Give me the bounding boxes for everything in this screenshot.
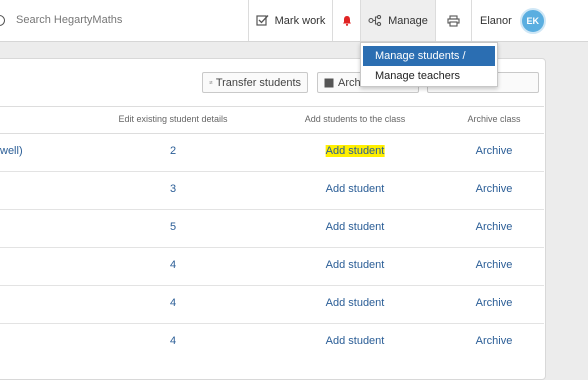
edit-students-link[interactable]: 4: [170, 297, 176, 309]
table-row: 4 Add student Archive: [0, 285, 544, 324]
mark-work-button[interactable]: Mark work: [248, 0, 332, 41]
network-icon: [368, 15, 382, 26]
archive-class-link[interactable]: Archive: [476, 145, 513, 157]
table-row: 5 Add student Archive: [0, 209, 544, 248]
user-name: Elanor: [480, 14, 512, 27]
edit-students-link[interactable]: 4: [170, 259, 176, 271]
avatar: EK: [519, 7, 546, 34]
column-header-edit: Edit existing student details: [118, 114, 228, 124]
mark-work-label: Mark work: [274, 14, 326, 27]
search-icon: [0, 15, 5, 26]
add-student-link[interactable]: Add student: [326, 221, 385, 233]
transfer-students-button[interactable]: Transfer students: [202, 72, 308, 93]
printer-icon: [447, 14, 460, 27]
top-navigation-bar: Search HegartyMaths Mark work Manage Ela…: [0, 0, 588, 42]
table-row: 3 Add student Archive: [0, 171, 544, 210]
bell-icon: [342, 16, 351, 26]
manage-dropdown-menu: Manage students / classes Manage teacher…: [360, 42, 498, 87]
add-student-link[interactable]: Add student: [326, 335, 385, 347]
add-student-link[interactable]: Add student: [326, 183, 385, 195]
notifications-button[interactable]: [332, 0, 360, 41]
archive-class-link[interactable]: Archive: [476, 221, 513, 233]
search-input[interactable]: Search HegartyMaths: [16, 14, 122, 26]
user-menu[interactable]: Elanor EK: [471, 0, 588, 41]
column-header-archive: Archive class: [467, 114, 521, 124]
edit-students-link[interactable]: 2: [170, 145, 176, 157]
edit-students-link[interactable]: 5: [170, 221, 176, 233]
archive-box-icon: [324, 78, 334, 87]
menu-item-manage-teachers[interactable]: Manage teachers: [361, 66, 497, 86]
archive-class-link[interactable]: Archive: [476, 259, 513, 271]
table-row: 4 Add student Archive: [0, 247, 544, 286]
archive-class-link[interactable]: Archive: [476, 335, 513, 347]
archive-class-link[interactable]: Archive: [476, 297, 513, 309]
archive-class-link[interactable]: Archive: [476, 183, 513, 195]
manage-menu-button[interactable]: Manage: [360, 0, 435, 41]
edit-students-link[interactable]: 4: [170, 335, 176, 347]
transfer-arrows-icon: [209, 81, 213, 84]
manage-label: Manage: [388, 14, 428, 27]
table-header: Edit existing student details Add studen…: [0, 106, 544, 134]
print-button[interactable]: [435, 0, 471, 41]
add-student-link[interactable]: Add student: [325, 145, 385, 157]
transfer-students-label: Transfer students: [215, 76, 301, 89]
table-row: 4 Add student Archive: [0, 323, 544, 361]
menu-item-manage-students-classes[interactable]: Manage students / classes: [363, 46, 495, 82]
checkbox-edit-icon: [256, 15, 269, 26]
add-student-link[interactable]: Add student: [326, 297, 385, 309]
class-name-link[interactable]: well): [0, 145, 23, 157]
add-student-link[interactable]: Add student: [326, 259, 385, 271]
table-row: well) 2 Add student Archive: [0, 133, 544, 172]
column-header-add: Add students to the class: [304, 114, 406, 124]
edit-students-link[interactable]: 3: [170, 183, 176, 195]
